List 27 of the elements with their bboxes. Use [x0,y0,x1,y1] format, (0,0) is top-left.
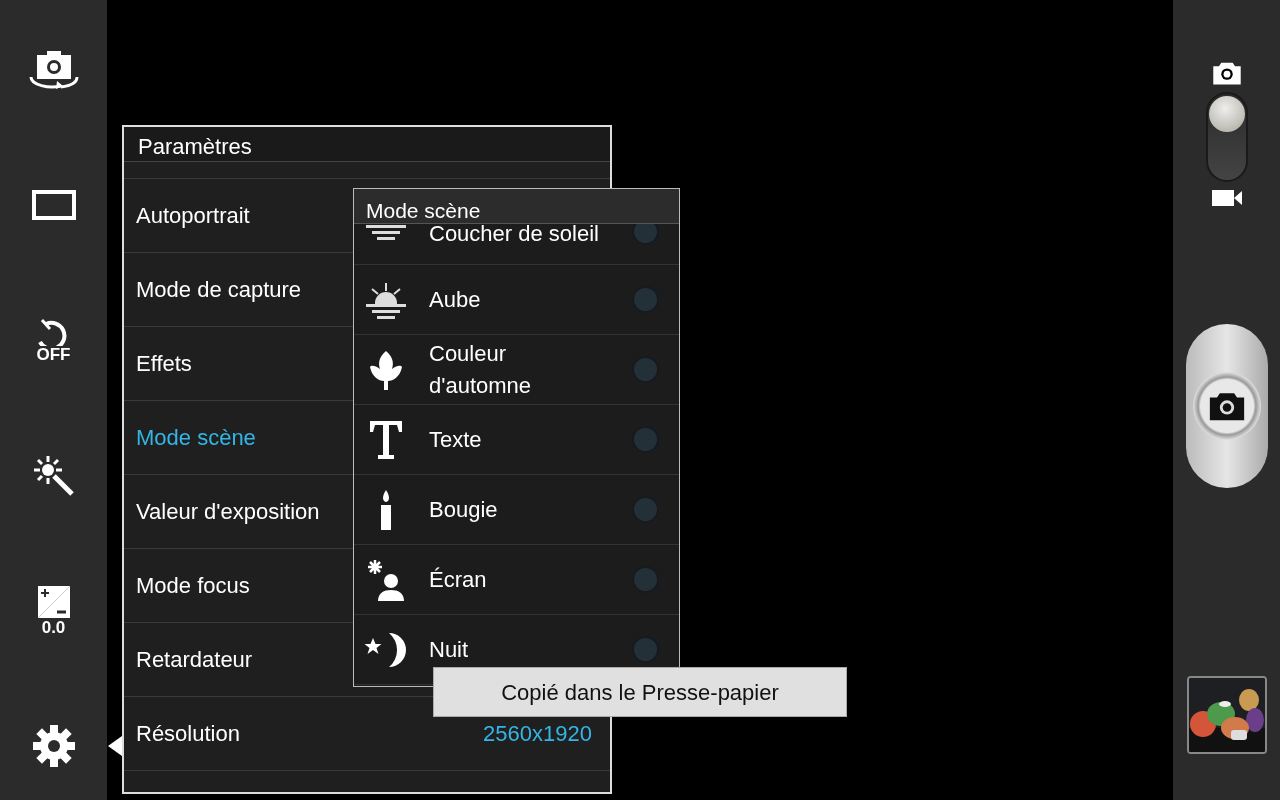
panel-title: Paramètres [124,127,610,162]
option-label: Aube [429,285,482,314]
item-value: 2560x1920 [483,720,592,748]
option-label: Texte [429,425,483,454]
timer-button[interactable]: OFF [0,300,122,381]
scene-option[interactable]: Coucher de soleil [354,224,679,265]
exposure-button[interactable]: 0.0 [0,570,122,651]
scene-option[interactable]: Aube [354,265,679,335]
scene-option[interactable]: Bougie [354,475,679,545]
option-label: Bougie [429,495,499,524]
settings-item[interactable]: Mode scène [136,421,256,454]
item-label: Résolution [136,720,240,748]
scene-option[interactable]: Couleur d'automne [354,335,679,405]
option-label: Nuit [429,635,470,664]
settings-item[interactable]: Valeur d'exposition [136,495,320,528]
menu-title: Mode scène [354,189,679,224]
settings-item[interactable]: Effets [136,347,192,380]
scene-option[interactable]: Écran [354,545,679,615]
settings-item[interactable]: Mode focus [136,569,250,602]
settings-item[interactable]: Retardateur [136,643,253,676]
option-label: Écran [429,565,488,594]
scene-option[interactable]: Texte [354,405,679,475]
option-label: Coucher de soleil [429,224,600,248]
option-label: Couleur d'automne [429,339,533,400]
clipboard-toast: Copié dans le Presse-papier [433,667,847,717]
settings-item[interactable]: Autoportrait [136,199,250,232]
settings-item[interactable]: Mode de capture [136,273,302,306]
